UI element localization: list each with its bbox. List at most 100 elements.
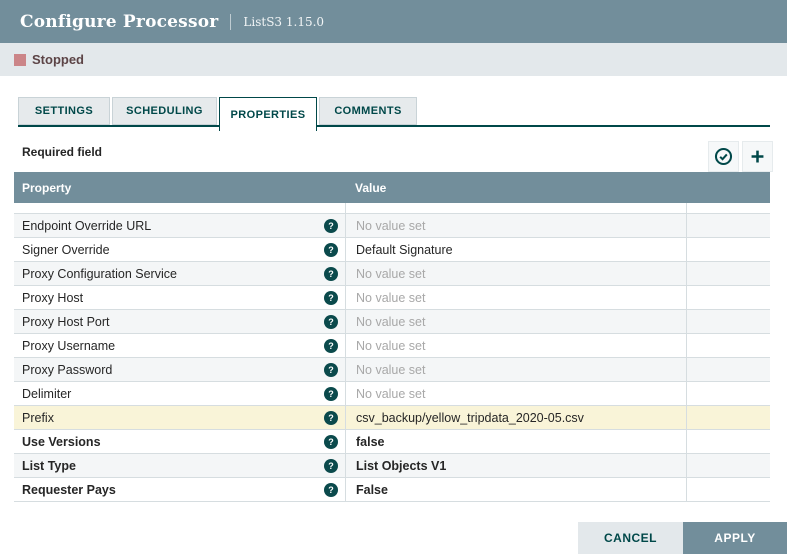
- add-property-button[interactable]: [742, 141, 773, 172]
- row-spacer-cell: [687, 238, 770, 261]
- help-icon[interactable]: ?: [324, 243, 338, 257]
- help-icon[interactable]: ?: [324, 483, 338, 497]
- plus-icon: [748, 147, 767, 166]
- property-value-cell[interactable]: No value set: [345, 382, 687, 405]
- table-row: Delimiter? No value set: [14, 382, 770, 406]
- properties-table: Property Value SSL Context Service?No va…: [14, 172, 770, 502]
- help-icon[interactable]: ?: [324, 435, 338, 449]
- property-name-cell: Prefix?: [14, 406, 345, 429]
- property-value: No value set: [356, 387, 425, 401]
- property-value-cell[interactable]: List Objects V1: [345, 454, 687, 477]
- property-name-cell: Proxy Password?: [14, 358, 345, 381]
- table-row: Proxy Host Port?No value set: [14, 310, 770, 334]
- property-value-cell[interactable]: No value set: [345, 310, 687, 333]
- cancel-button[interactable]: CANCEL: [578, 522, 683, 554]
- tab-label: COMMENTS: [334, 105, 401, 117]
- table-row: List Type?List Objects V1: [14, 454, 770, 478]
- property-value-cell[interactable]: No value set: [345, 203, 687, 213]
- tab-comments[interactable]: COMMENTS: [319, 97, 417, 125]
- property-value: csv_backup/yellow_tripdata_2020-05.csv: [356, 411, 584, 425]
- property-value: false: [356, 435, 385, 449]
- property-value: No value set: [356, 291, 425, 305]
- row-spacer-cell: [687, 203, 770, 213]
- property-value-cell[interactable]: False: [345, 478, 687, 501]
- tabs-underline: [18, 125, 770, 127]
- help-icon[interactable]: ?: [324, 291, 338, 305]
- processor-name-version: ListS3 1.15.0: [230, 14, 324, 30]
- table-row: Signer Override? Default Signature: [14, 238, 770, 262]
- help-icon[interactable]: ?: [324, 219, 338, 233]
- property-name: Proxy Username: [22, 339, 324, 353]
- property-value-cell[interactable]: No value set: [345, 334, 687, 357]
- status-text: Stopped: [32, 52, 84, 67]
- apply-button[interactable]: APPLY: [683, 522, 787, 554]
- property-name-cell: SSL Context Service?: [14, 203, 345, 213]
- row-spacer-cell: [687, 478, 770, 501]
- help-icon[interactable]: ?: [324, 387, 338, 401]
- help-icon[interactable]: ?: [324, 315, 338, 329]
- property-name-cell: Requester Pays?: [14, 478, 345, 501]
- property-value-cell[interactable]: Default Signature: [345, 238, 687, 261]
- property-name-cell: Proxy Configuration Service?: [14, 262, 345, 285]
- property-value: No value set: [356, 219, 425, 233]
- property-name-cell: Proxy Username?: [14, 334, 345, 357]
- table-row: Proxy Username? No value set: [14, 334, 770, 358]
- column-header-value: Value: [345, 181, 687, 195]
- table-row: Prefix? csv_backup/yellow_tripdata_2020-0…: [14, 406, 770, 430]
- row-spacer-cell: [687, 382, 770, 405]
- property-value: Default Signature: [356, 243, 453, 257]
- property-value-cell[interactable]: csv_backup/yellow_tripdata_2020-05.csv: [345, 406, 687, 429]
- property-name: Proxy Host: [22, 291, 324, 305]
- table-row: Proxy Configuration Service?No value set: [14, 262, 770, 286]
- tab-label: SCHEDULING: [126, 105, 203, 117]
- property-name: List Type: [22, 459, 324, 473]
- property-name: Endpoint Override URL: [22, 219, 324, 233]
- property-value: No value set: [356, 339, 425, 353]
- property-name: Requester Pays: [22, 483, 324, 497]
- column-header-property: Property: [14, 181, 345, 195]
- property-value: No value set: [356, 363, 425, 377]
- stopped-icon: [14, 54, 26, 66]
- property-value-cell[interactable]: No value set: [345, 262, 687, 285]
- table-row: Proxy Password? No value set: [14, 358, 770, 382]
- property-name: Use Versions: [22, 435, 324, 449]
- help-icon[interactable]: ?: [324, 411, 338, 425]
- property-value: False: [356, 483, 388, 497]
- property-name: Proxy Password: [22, 363, 324, 377]
- row-spacer-cell: [687, 286, 770, 309]
- row-spacer-cell: [687, 358, 770, 381]
- help-icon[interactable]: ?: [324, 459, 338, 473]
- help-icon[interactable]: ?: [324, 267, 338, 281]
- property-name-cell: Signer Override?: [14, 238, 345, 261]
- property-value-cell[interactable]: No value set: [345, 358, 687, 381]
- tab-scheduling[interactable]: SCHEDULING: [112, 97, 217, 125]
- table-body: SSL Context Service?No value setEndpoint…: [14, 203, 770, 502]
- required-field-label: Required field: [22, 145, 102, 159]
- property-value-cell[interactable]: false: [345, 430, 687, 453]
- property-name-cell: Proxy Host Port?: [14, 310, 345, 333]
- verify-properties-button[interactable]: [708, 141, 739, 172]
- dialog-title: Configure Processor: [20, 12, 218, 32]
- row-spacer-cell: [687, 334, 770, 357]
- tab-settings[interactable]: SETTINGS: [18, 97, 110, 125]
- table-row: SSL Context Service?No value set: [14, 203, 770, 214]
- table-header: Property Value: [14, 172, 770, 203]
- tab-properties[interactable]: PROPERTIES: [219, 97, 317, 131]
- row-spacer-cell: [687, 310, 770, 333]
- property-name: Proxy Host Port: [22, 315, 324, 329]
- tab-label: PROPERTIES: [231, 109, 306, 121]
- property-name-cell: List Type?: [14, 454, 345, 477]
- row-spacer-cell: [687, 430, 770, 453]
- property-value-cell[interactable]: No value set: [345, 214, 687, 237]
- property-name-cell: Endpoint Override URL?: [14, 214, 345, 237]
- property-value-cell[interactable]: No value set: [345, 286, 687, 309]
- property-name-cell: Delimiter?: [14, 382, 345, 405]
- row-spacer-cell: [687, 214, 770, 237]
- help-icon[interactable]: ?: [324, 363, 338, 377]
- table-row: Proxy Host? No value set: [14, 286, 770, 310]
- help-icon[interactable]: ?: [324, 339, 338, 353]
- property-name-cell: Proxy Host?: [14, 286, 345, 309]
- row-spacer-cell: [687, 406, 770, 429]
- status-bar: Stopped: [0, 43, 787, 76]
- row-spacer-cell: [687, 262, 770, 285]
